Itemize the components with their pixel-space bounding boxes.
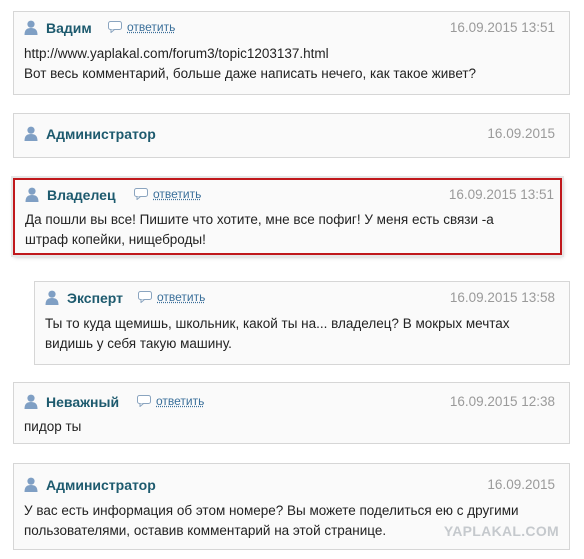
comment-header: Вадим ответить 16.09.2015 13:51 xyxy=(14,18,569,38)
comment-header: Администратор 16.09.2015 xyxy=(14,124,569,144)
comment-author[interactable]: Администратор xyxy=(46,126,156,142)
comment-date: 16.09.2015 12:38 xyxy=(449,394,555,409)
speech-bubble-icon xyxy=(134,188,148,200)
comment-date: 16.09.2015 xyxy=(487,477,555,492)
comment-body: http://www.yaplakal.com/forum3/topic1203… xyxy=(24,44,559,84)
comment-header: Администратор 16.09.2015 xyxy=(14,475,569,495)
comment-administrator: Администратор 16.09.2015 xyxy=(13,113,570,158)
comment-administrator-info: Администратор 16.09.2015 У вас есть инфо… xyxy=(13,463,570,550)
comment-line: штраф копейки, нищеброды! xyxy=(25,232,206,247)
comment-line[interactable]: http://www.yaplakal.com/forum3/topic1203… xyxy=(24,44,559,64)
user-icon xyxy=(24,394,38,409)
comment-line: Ты то куда щемишь, школьник, какой ты на… xyxy=(45,316,510,331)
comment-body: пидор ты xyxy=(24,417,559,437)
comment-line: У вас есть информация об этом номере? Вы… xyxy=(24,503,519,518)
comment-date: 16.09.2015 13:51 xyxy=(449,20,555,35)
comment-vadim: Вадим ответить 16.09.2015 13:51 http://w… xyxy=(13,11,570,95)
comment-expert: Эксперт ответить 16.09.2015 13:58 Ты то … xyxy=(34,281,570,365)
comment-line: Вот весь комментарий, больше даже написа… xyxy=(24,66,477,81)
reply-label[interactable]: ответить xyxy=(153,187,201,201)
comment-line: видишь у себя такую машину. xyxy=(45,336,232,351)
comment-author[interactable]: Эксперт xyxy=(67,290,123,306)
watermark-logo: YAPLAKAL.COM xyxy=(443,523,559,539)
comment-line: пидор ты xyxy=(24,419,82,434)
user-icon xyxy=(24,477,38,492)
comment-header: Эксперт ответить 16.09.2015 13:58 xyxy=(35,288,569,308)
user-icon xyxy=(25,187,39,202)
user-icon xyxy=(45,290,59,305)
user-icon xyxy=(24,126,38,141)
comment-author[interactable]: Неважный xyxy=(46,394,119,410)
speech-bubble-icon xyxy=(108,21,122,33)
comment-date: 16.09.2015 13:58 xyxy=(449,290,555,305)
comment-author[interactable]: Владелец xyxy=(47,187,116,203)
comment-author[interactable]: Администратор xyxy=(46,477,156,493)
comment-date: 16.09.2015 13:51 xyxy=(448,187,554,202)
comment-body: Да пошли вы все! Пишите что хотите, мне … xyxy=(25,210,550,250)
comment-nevazhny: Неважный ответить 16.09.2015 12:38 пидор… xyxy=(13,382,570,444)
comment-date: 16.09.2015 xyxy=(487,126,555,141)
user-icon xyxy=(24,20,38,35)
speech-bubble-icon xyxy=(138,291,152,303)
comment-author[interactable]: Вадим xyxy=(46,20,92,36)
reply-label[interactable]: ответить xyxy=(156,394,204,408)
comment-line: Да пошли вы все! Пишите что хотите, мне … xyxy=(25,212,494,227)
comment-header: Неважный ответить 16.09.2015 12:38 xyxy=(14,392,569,412)
reply-label[interactable]: ответить xyxy=(127,20,175,34)
comment-header: Владелец ответить 16.09.2015 13:51 xyxy=(15,185,560,205)
comment-owner-highlighted: Владелец ответить 16.09.2015 13:51 Да по… xyxy=(13,178,562,255)
reply-label[interactable]: ответить xyxy=(157,290,205,304)
comment-body: Ты то куда щемишь, школьник, какой ты на… xyxy=(45,314,559,354)
speech-bubble-icon xyxy=(137,395,151,407)
